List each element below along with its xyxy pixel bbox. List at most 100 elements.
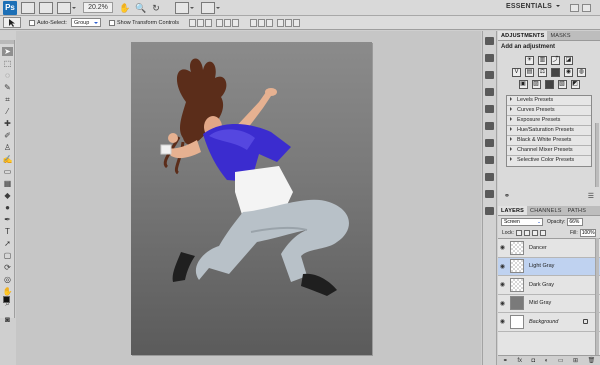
tab-paths[interactable]: PATHS <box>565 206 590 215</box>
opacity-field[interactable]: 66% <box>567 218 584 226</box>
actions-icon[interactable] <box>485 54 494 62</box>
lock-position-icon[interactable] <box>531 230 538 236</box>
blur-tool-icon[interactable]: ◆ <box>2 191 13 200</box>
selective-color-icon[interactable]: ◩ <box>570 80 580 89</box>
channel-mixer-icon[interactable]: ◍ <box>577 68 586 77</box>
clone-source-icon[interactable] <box>485 190 494 198</box>
close-button[interactable] <box>582 4 591 12</box>
blend-mode-dropdown[interactable]: Screen <box>501 218 543 226</box>
tab-masks[interactable]: MASKS <box>547 31 573 40</box>
eye-icon[interactable]: ◉ <box>498 244 507 251</box>
align-left-icon[interactable] <box>216 18 224 27</box>
align-bottom-icon[interactable] <box>205 18 213 27</box>
color-icon[interactable] <box>485 88 494 96</box>
shape-tool-icon[interactable]: ▢ <box>2 251 13 260</box>
lock-image-icon[interactable] <box>523 230 530 236</box>
photo-filter-icon[interactable]: ◉ <box>564 68 573 77</box>
brightness-contrast-icon[interactable]: ☀ <box>525 56 534 65</box>
type-tool-icon[interactable]: T <box>2 227 13 236</box>
foreground-color-swatch[interactable] <box>3 296 10 303</box>
curves-icon[interactable]: ⤴ <box>551 56 560 65</box>
lock-all-icon[interactable] <box>539 230 546 236</box>
fill-field[interactable]: 100% <box>579 229 596 237</box>
threshold-icon[interactable] <box>544 80 554 89</box>
new-group-icon[interactable]: ▭ <box>558 357 564 364</box>
vibrance-icon[interactable]: V <box>512 68 521 77</box>
pen-tool-icon[interactable]: ✒ <box>2 215 13 224</box>
arrange-documents-icon[interactable] <box>175 1 194 14</box>
history-brush-tool-icon[interactable]: ✍ <box>2 155 13 164</box>
preset-hue-saturation[interactable]: Hue/Saturation Presets <box>507 126 591 136</box>
align-vcenter-icon[interactable] <box>197 18 205 27</box>
distribute-left-icon[interactable] <box>277 18 285 27</box>
3d-orbit-tool-icon[interactable]: ◎ <box>2 275 13 284</box>
layers-scrollbar[interactable] <box>595 238 599 355</box>
preset-exposure[interactable]: Exposure Presets <box>507 116 591 126</box>
mini-bridge-icon[interactable] <box>39 1 53 14</box>
new-layer-icon[interactable]: ⊞ <box>573 357 578 364</box>
view-extras-icon[interactable] <box>57 1 76 14</box>
healing-tool-icon[interactable]: ✚ <box>2 119 13 128</box>
hue-saturation-icon[interactable]: ▤ <box>525 68 534 77</box>
eye-icon[interactable]: ◉ <box>498 281 507 288</box>
eye-icon[interactable]: ◉ <box>498 300 507 307</box>
screen-mode-icon[interactable] <box>201 1 220 14</box>
distribute-hcenter-icon[interactable] <box>285 18 293 27</box>
paragraph-icon[interactable] <box>485 173 494 181</box>
show-transform-checkbox[interactable] <box>108 19 115 26</box>
move-tool-icon[interactable]: ➤ <box>2 47 13 56</box>
layer-row[interactable]: ◉ Mid Gray <box>498 295 600 313</box>
adjustments-panel-menu-icon[interactable]: ☰ <box>588 192 594 204</box>
tab-layers[interactable]: LAYERS <box>498 206 528 215</box>
gradient-tool-icon[interactable]: ▦ <box>2 179 13 188</box>
layer-row[interactable]: ◉ Background <box>498 313 600 332</box>
tab-channels[interactable]: CHANNELS <box>527 206 565 215</box>
distribute-top-icon[interactable] <box>250 18 258 27</box>
document-canvas[interactable] <box>131 42 372 355</box>
distribute-right-icon[interactable] <box>293 18 301 27</box>
color-balance-icon[interactable]: ⚖ <box>538 68 547 77</box>
eyedropper-tool-icon[interactable]: ⁄ <box>2 107 13 116</box>
crop-tool-icon[interactable]: ⌗ <box>2 95 13 104</box>
quick-select-tool-icon[interactable]: ✎ <box>2 83 13 92</box>
link-layers-icon[interactable]: ⚭ <box>503 357 508 364</box>
adjustments-scrollbar[interactable] <box>595 123 599 187</box>
lasso-tool-icon[interactable]: ◌ <box>2 71 13 80</box>
character-icon[interactable] <box>485 156 494 164</box>
eye-icon[interactable]: ◉ <box>498 318 507 325</box>
auto-select-checkbox[interactable] <box>29 19 35 26</box>
preset-curves[interactable]: Curves Presets <box>507 106 591 116</box>
tool-preset-picker[interactable] <box>3 17 21 28</box>
layer-row[interactable]: ◉ Dark Gray <box>498 276 600 295</box>
history-icon[interactable] <box>485 37 494 45</box>
levels-icon[interactable]: ▥ <box>538 56 547 65</box>
zoom-level[interactable]: 20.2% <box>83 2 113 13</box>
clip-to-layer-icon[interactable]: ⚭ <box>504 192 510 204</box>
invert-icon[interactable]: ▣ <box>518 80 528 89</box>
new-adjustment-icon[interactable]: ◐ <box>545 358 549 364</box>
quick-mask-icon[interactable]: ◙ <box>2 315 13 324</box>
distribute-bottom-icon[interactable] <box>266 18 274 27</box>
black-white-icon[interactable] <box>551 68 560 77</box>
zoom-tool-icon[interactable]: 🔍 <box>135 3 146 13</box>
align-hcenter-icon[interactable] <box>224 18 232 27</box>
dodge-tool-icon[interactable]: ● <box>2 203 13 212</box>
gradient-map-icon[interactable]: ▧ <box>557 80 567 89</box>
rotate-view-icon[interactable]: ↻ <box>151 3 161 13</box>
auto-select-dropdown[interactable]: Group <box>70 18 101 27</box>
swatches-icon[interactable] <box>485 71 494 79</box>
delete-layer-icon[interactable]: 🗑 <box>588 357 596 364</box>
bridge-icon[interactable] <box>21 1 35 14</box>
preset-levels[interactable]: Levels Presets <box>507 96 591 106</box>
align-right-icon[interactable] <box>232 18 240 27</box>
workspace-switcher[interactable]: ESSENTIALS <box>506 3 560 10</box>
brush-tool-icon[interactable]: ✐ <box>2 131 13 140</box>
path-select-tool-icon[interactable]: ➚ <box>2 239 13 248</box>
layer-row[interactable]: ◉ Light Gray <box>498 257 600 276</box>
navigator-icon[interactable] <box>485 122 494 130</box>
layer-style-icon[interactable]: fx <box>517 358 522 364</box>
tools-panel-grip[interactable] <box>0 40 14 44</box>
marquee-tool-icon[interactable]: ⬚ <box>2 59 13 68</box>
layer-row[interactable]: ◉ Dancer <box>498 239 600 258</box>
preset-channel-mixer[interactable]: Channel Mixer Presets <box>507 146 591 156</box>
